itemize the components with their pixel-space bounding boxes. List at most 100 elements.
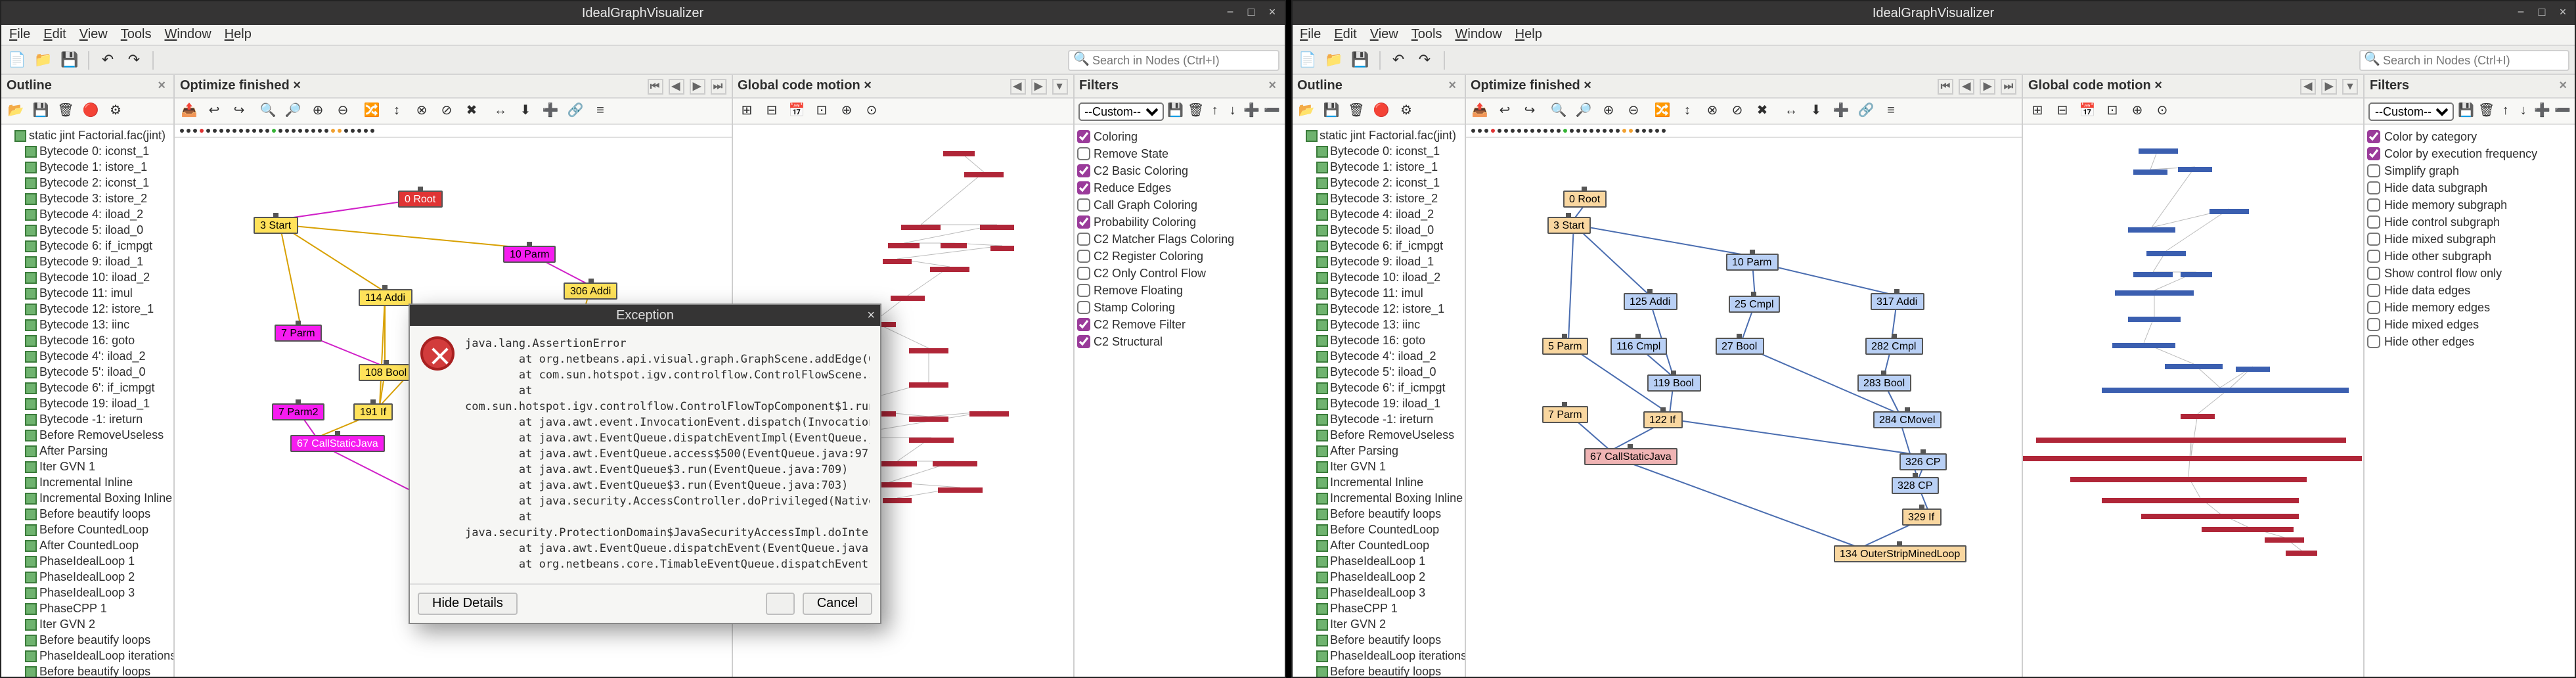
tree-item[interactable]: Iter GVN 1 (1, 459, 173, 474)
minimap-block[interactable] (2165, 364, 2223, 369)
minimap-block[interactable] (2133, 170, 2167, 175)
filter-checkbox[interactable] (2367, 232, 2380, 245)
filter-checkbox[interactable] (2367, 129, 2380, 143)
filter-tool-4[interactable]: ➕ (2534, 101, 2550, 122)
filter-item[interactable]: Remove State (1077, 145, 1281, 162)
tree-item[interactable]: Bytecode 4: iload_2 (1, 206, 173, 222)
close-icon[interactable]: × (1266, 7, 1279, 20)
graph-tool-2[interactable]: ↪ (1519, 101, 1540, 122)
timeline-dot[interactable] (206, 129, 210, 133)
dropdown-icon[interactable]: ▾ (2342, 78, 2358, 94)
filter-item[interactable]: Hide mixed edges (2367, 315, 2572, 332)
tree-item[interactable]: Before beautify loops (1292, 664, 1464, 677)
timeline-dot[interactable] (1609, 129, 1612, 133)
graph-node[interactable]: 3 Start (1547, 217, 1591, 234)
minimap-block[interactable] (937, 487, 982, 493)
tree-item[interactable]: After Parsing (1292, 443, 1464, 459)
timeline-dot[interactable] (1641, 129, 1645, 133)
tree-item[interactable]: Before RemoveUseless (1292, 427, 1464, 443)
menu-tools[interactable]: Tools (121, 28, 152, 42)
filter-checkbox[interactable] (1077, 317, 1090, 330)
filter-item[interactable]: Color by category (2367, 127, 2572, 145)
graph-node[interactable]: 10 Parm (503, 246, 556, 263)
graph-node[interactable]: 114 Addi (359, 289, 412, 306)
filter-item[interactable]: Color by execution frequency (2367, 145, 2572, 162)
tree-item[interactable]: PhaseIdealLoop 1 (1292, 553, 1464, 569)
minimap-block[interactable] (2181, 414, 2215, 419)
timeline-dot[interactable] (252, 129, 256, 133)
filter-checkbox[interactable] (1077, 198, 1090, 211)
timeline-dot[interactable] (1490, 129, 1494, 133)
filter-tool-4[interactable]: ➕ (1243, 101, 1260, 122)
filter-item[interactable]: C2 Structural (1077, 332, 1281, 350)
minimap-block[interactable] (943, 151, 974, 156)
menu-window[interactable]: Window (164, 28, 211, 42)
timeline-dot[interactable] (1602, 129, 1606, 133)
tree-item[interactable]: Bytecode 5: iload_0 (1, 222, 173, 238)
graph-tool-17[interactable]: ➕ (540, 101, 561, 122)
tree-item[interactable]: Incremental Boxing Inline (1292, 490, 1464, 506)
minimap-block[interactable] (2133, 272, 2173, 277)
filter-item[interactable]: Simplify graph (2367, 162, 2572, 179)
timeline-dot[interactable] (1654, 129, 1658, 133)
filter-item[interactable]: C2 Register Coloring (1077, 247, 1281, 264)
minimap-block[interactable] (908, 382, 948, 388)
filter-profile-select[interactable]: --Custom-- (1078, 102, 1163, 120)
tree-item[interactable]: Bytecode 2: iconst_1 (1292, 175, 1464, 191)
timeline-dot[interactable] (1523, 129, 1527, 133)
tree-item[interactable]: Bytecode 16: goto (1, 332, 173, 348)
tree-item[interactable]: Bytecode 5': iload_0 (1292, 364, 1464, 380)
nav-next-icon[interactable]: ▶ (2321, 78, 2337, 94)
tree-item[interactable]: Incremental Boxing Inline (1, 490, 173, 506)
graph-tool-4[interactable]: 🔍 (257, 101, 278, 122)
node-search[interactable]: 🔍 (1068, 49, 1279, 70)
filter-checkbox[interactable] (1077, 334, 1090, 348)
tree-item[interactable]: PhaseIdealLoop iterations (1, 648, 173, 664)
filter-checkbox[interactable] (1077, 283, 1090, 296)
graph-node[interactable]: 0 Root (1563, 191, 1607, 208)
tree-item[interactable]: Iter GVN 2 (1, 616, 173, 632)
graph-node[interactable]: 7 Parm2 (272, 403, 324, 420)
tree-item[interactable]: Bytecode 3: istore_2 (1, 191, 173, 206)
graph-tool-7[interactable]: ⊖ (332, 101, 353, 122)
save-button[interactable]: 💾 (59, 49, 80, 70)
graph-tool-11[interactable]: ⊗ (411, 101, 432, 122)
graph-node[interactable]: 67 CallStaticJava (290, 435, 385, 452)
filter-item[interactable]: Remove Floating (1077, 281, 1281, 298)
graph-tool-1[interactable]: ↩ (204, 101, 225, 122)
filter-item[interactable]: Hide other subgraph (2367, 247, 2572, 264)
minimize-icon[interactable]: − (1224, 7, 1237, 20)
tree-item[interactable]: Bytecode 0: iconst_1 (1292, 143, 1464, 159)
timeline-dot[interactable] (1471, 129, 1475, 133)
graph-tool-13[interactable]: ✖ (1752, 101, 1773, 122)
filter-item[interactable]: Hide mixed subgraph (2367, 230, 2572, 247)
graph-tool-16[interactable]: ⬇ (1806, 101, 1827, 122)
open-button[interactable]: 📁 (33, 49, 54, 70)
tree-item[interactable]: Bytecode 3: istore_2 (1292, 191, 1464, 206)
filter-profile-select[interactable]: --Custom-- (2368, 102, 2454, 120)
minimap-block[interactable] (2112, 388, 2349, 393)
timeline-dot[interactable] (233, 129, 236, 133)
filter-checkbox[interactable] (1077, 249, 1090, 262)
redo-button[interactable]: ↷ (123, 49, 144, 70)
tree-item[interactable]: Bytecode 2: iconst_1 (1, 175, 173, 191)
minimap-tool-1[interactable]: ⊟ (2052, 101, 2073, 122)
timeline-dot[interactable] (298, 129, 302, 133)
tree-item[interactable]: Bytecode 6: if_icmpgt (1292, 238, 1464, 254)
outline-tool-1[interactable]: 💾 (30, 101, 51, 122)
undo-button[interactable]: ↶ (1388, 49, 1409, 70)
nav-first-icon[interactable]: ⏮ (1938, 78, 1953, 94)
nav-last-icon[interactable]: ⏭ (710, 78, 726, 94)
timeline-dot[interactable] (285, 129, 289, 133)
menu-view[interactable]: View (79, 28, 108, 42)
outline-tool-0[interactable]: 📂 (1296, 101, 1317, 122)
graph-node[interactable]: 134 OuterStripMinedLoop (1833, 545, 1966, 562)
timeline-dot[interactable] (1530, 129, 1534, 133)
graph-tool-1[interactable]: ↩ (1494, 101, 1515, 122)
graph-node[interactable]: 5 Parm (1542, 338, 1589, 355)
timeline-dot[interactable] (351, 129, 355, 133)
minimap-tab-label[interactable]: Global code motion × (2028, 79, 2162, 93)
tree-item[interactable]: Bytecode 13: iinc (1, 317, 173, 332)
graph-tool-17[interactable]: ➕ (1831, 101, 1852, 122)
timeline-dot[interactable] (193, 129, 197, 133)
